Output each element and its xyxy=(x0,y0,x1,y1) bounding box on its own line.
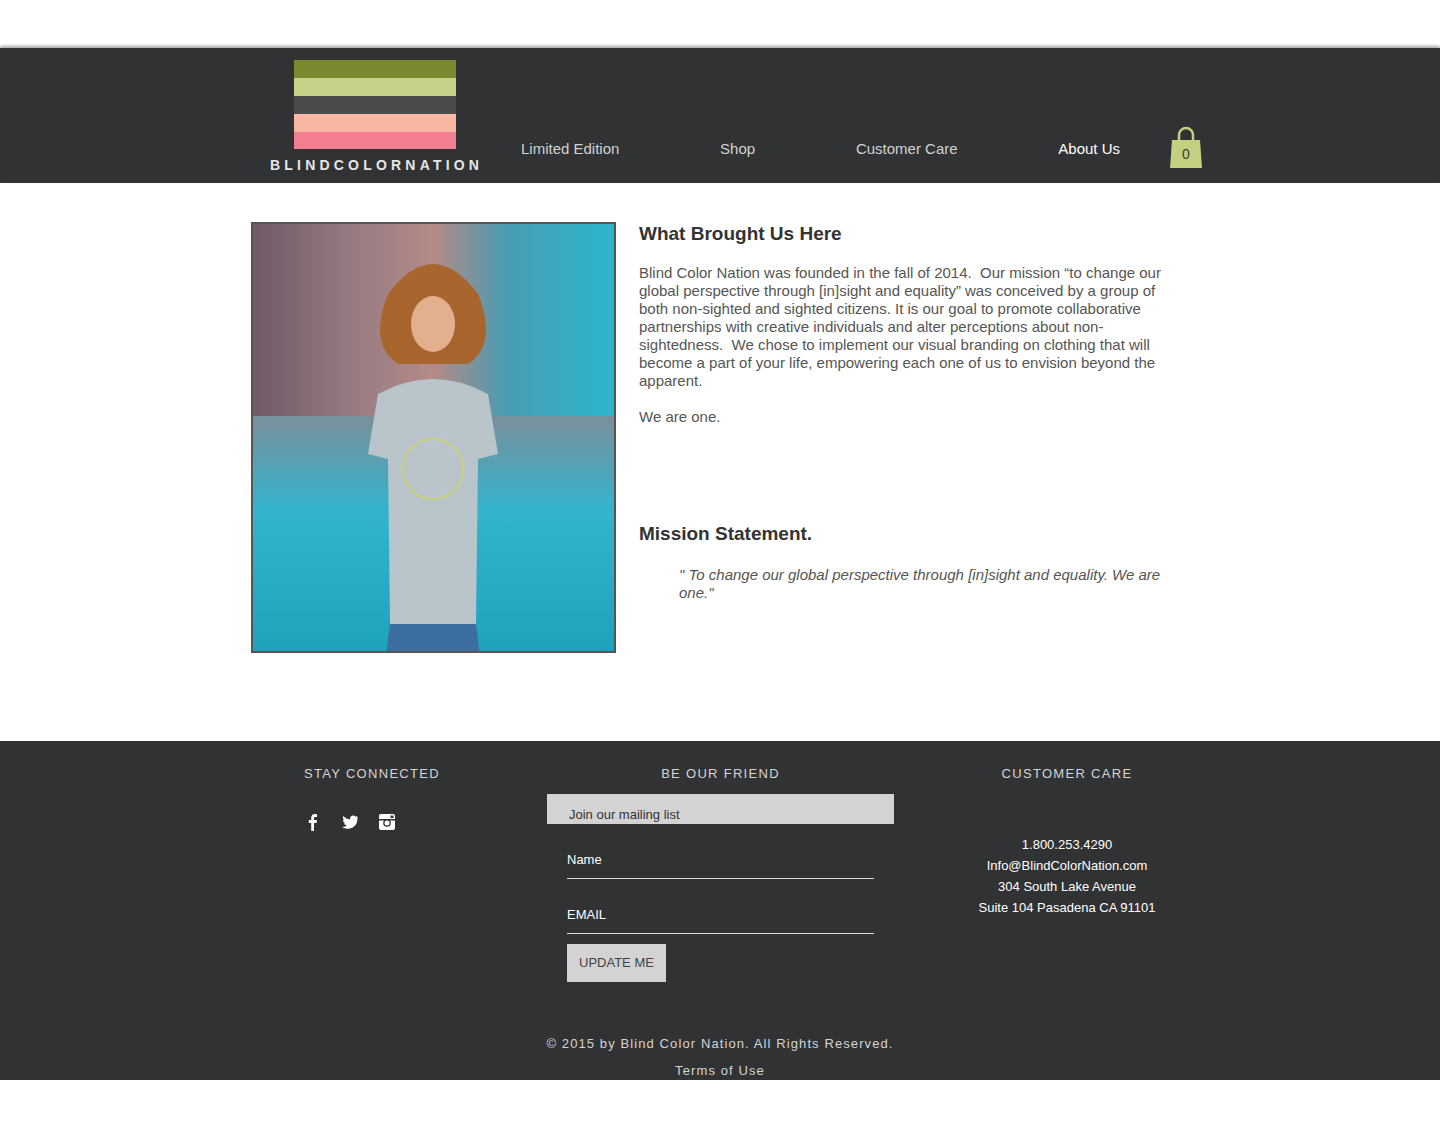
main-nav: Limited Edition Shop Customer Care About Us xyxy=(521,48,1120,183)
main-content: What Brought Us Here Blind Color Nation … xyxy=(0,183,1440,741)
contact-line: Suite 104 Pasadena CA 91101 xyxy=(894,897,1240,918)
brand-name[interactable]: BLINDCOLORNATION xyxy=(270,155,480,176)
facebook-icon[interactable] xyxy=(304,813,322,831)
logo-stripes-icon xyxy=(294,60,456,149)
contact-line: 1.800.253.4290 xyxy=(894,834,1240,855)
copyright-text: © 2015 by Blind Color Nation. All Rights… xyxy=(200,1030,1240,1057)
nav-item[interactable]: About Us xyxy=(1058,140,1120,158)
customer-care-title: CUSTOMER CARE xyxy=(894,766,1240,782)
form-field[interactable]: Name xyxy=(567,824,874,879)
nav-item[interactable]: Customer Care xyxy=(856,140,958,158)
mailing-list-banner: Join our mailing list xyxy=(547,794,894,824)
contact-line: 304 South Lake Avenue xyxy=(894,876,1240,897)
twitter-icon[interactable] xyxy=(341,813,359,831)
instagram-icon[interactable] xyxy=(378,813,396,831)
logo[interactable]: BLINDCOLORNATION xyxy=(270,48,480,183)
about-paragraph: We are one. xyxy=(639,408,1169,426)
contact-line: Info@BlindColorNation.com xyxy=(894,855,1240,876)
nav-item[interactable]: Shop xyxy=(720,140,755,158)
form-field[interactable]: EMAIL xyxy=(567,879,874,934)
terms-link[interactable]: Terms of Use xyxy=(200,1057,1240,1084)
stay-connected-title: STAY CONNECTED xyxy=(304,766,436,782)
mission-heading: Mission Statement. xyxy=(639,522,1169,546)
nav-item[interactable]: Limited Edition xyxy=(521,140,619,158)
about-heading: What Brought Us Here xyxy=(639,222,1169,246)
mission-quote: " To change our global perspective throu… xyxy=(679,566,1169,602)
about-paragraph: Blind Color Nation was founded in the fa… xyxy=(639,264,1169,390)
cart-count: 0 xyxy=(1169,146,1203,162)
cart-button[interactable]: 0 xyxy=(1169,48,1203,183)
person-figure-icon xyxy=(348,254,518,653)
site-footer: STAY CONNECTED BE OUR FRIEND Join our ma… xyxy=(0,741,1440,1080)
be-our-friend-title: BE OUR FRIEND xyxy=(547,766,894,782)
mailing-list-form: BE OUR FRIEND Join our mailing list Name… xyxy=(547,766,894,1030)
model-photo xyxy=(251,222,616,653)
update-me-button[interactable]: UPDATE ME xyxy=(567,944,666,982)
site-header: BLINDCOLORNATION Limited Edition Shop Cust… xyxy=(0,48,1440,183)
